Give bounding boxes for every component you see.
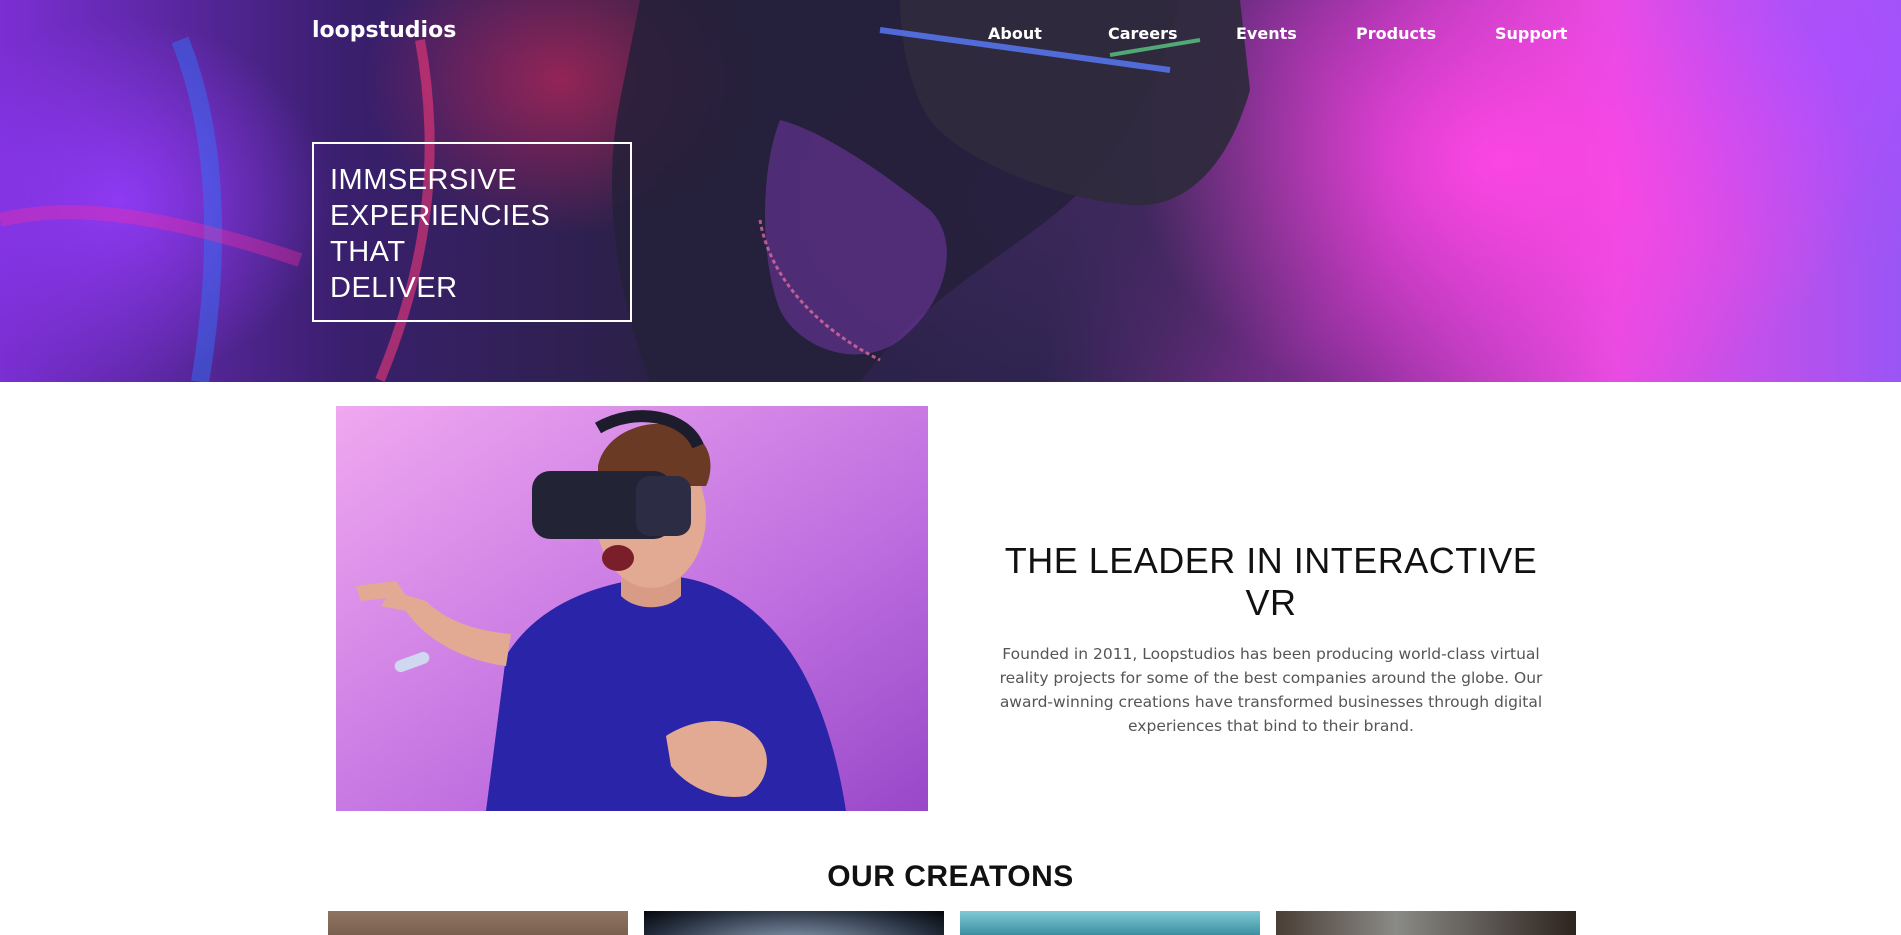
headline-line: IMMSERSIVE [330,164,518,196]
nav-link-support[interactable]: Support [1495,24,1567,43]
hero-background-image [0,0,1250,382]
hero-headline: IMMSERSIVE EXPERIENCIES THAT DELIVER [312,142,632,322]
main-nav: About Careers Events Products Support [0,24,1901,48]
creation-thumbnail[interactable] [644,911,944,935]
hero-banner: loopstudios About Careers Events Product… [0,0,1901,382]
headline-line: THAT [330,236,406,268]
about-body: Founded in 2011, Loopstudios has been pr… [999,645,1543,735]
about-title: THE LEADER IN INTERACTIVE VR [1004,540,1538,623]
nav-link-about[interactable]: About [988,24,1042,43]
creation-thumbnail[interactable] [960,911,1260,935]
vr-man-photo [336,406,928,811]
nav-link-products[interactable]: Products [1356,24,1436,43]
headline-line: EXPERIENCIES [330,200,551,232]
creation-thumbnail[interactable] [1276,911,1576,935]
headline-line: DELIVER [330,272,458,304]
creations-title: OUR CREATONS [827,860,1074,893]
nav-link-events[interactable]: Events [1236,24,1297,43]
about-section: THE LEADER IN INTERACTIVE VR Founded in … [990,540,1552,738]
creation-thumbnail[interactable] [328,911,628,935]
nav-link-careers[interactable]: Careers [1108,24,1178,43]
